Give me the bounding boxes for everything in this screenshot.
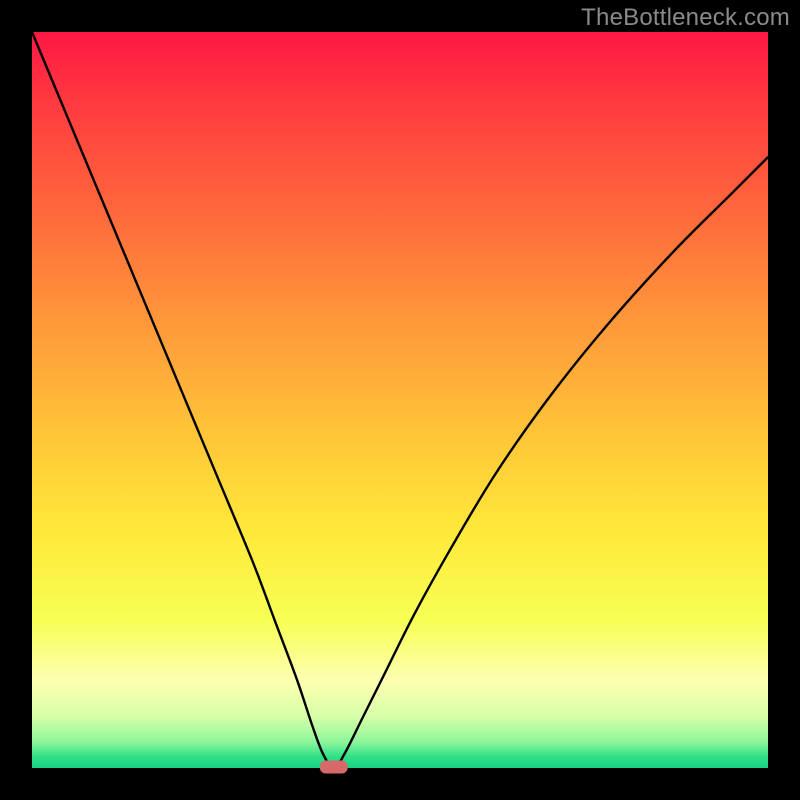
watermark-text: TheBottleneck.com <box>581 4 790 32</box>
bottleneck-chart <box>0 0 800 800</box>
plot-background <box>32 32 768 768</box>
optimum-marker <box>320 761 348 774</box>
chart-frame: { "watermark": "TheBottleneck.com", "cha… <box>0 0 800 800</box>
